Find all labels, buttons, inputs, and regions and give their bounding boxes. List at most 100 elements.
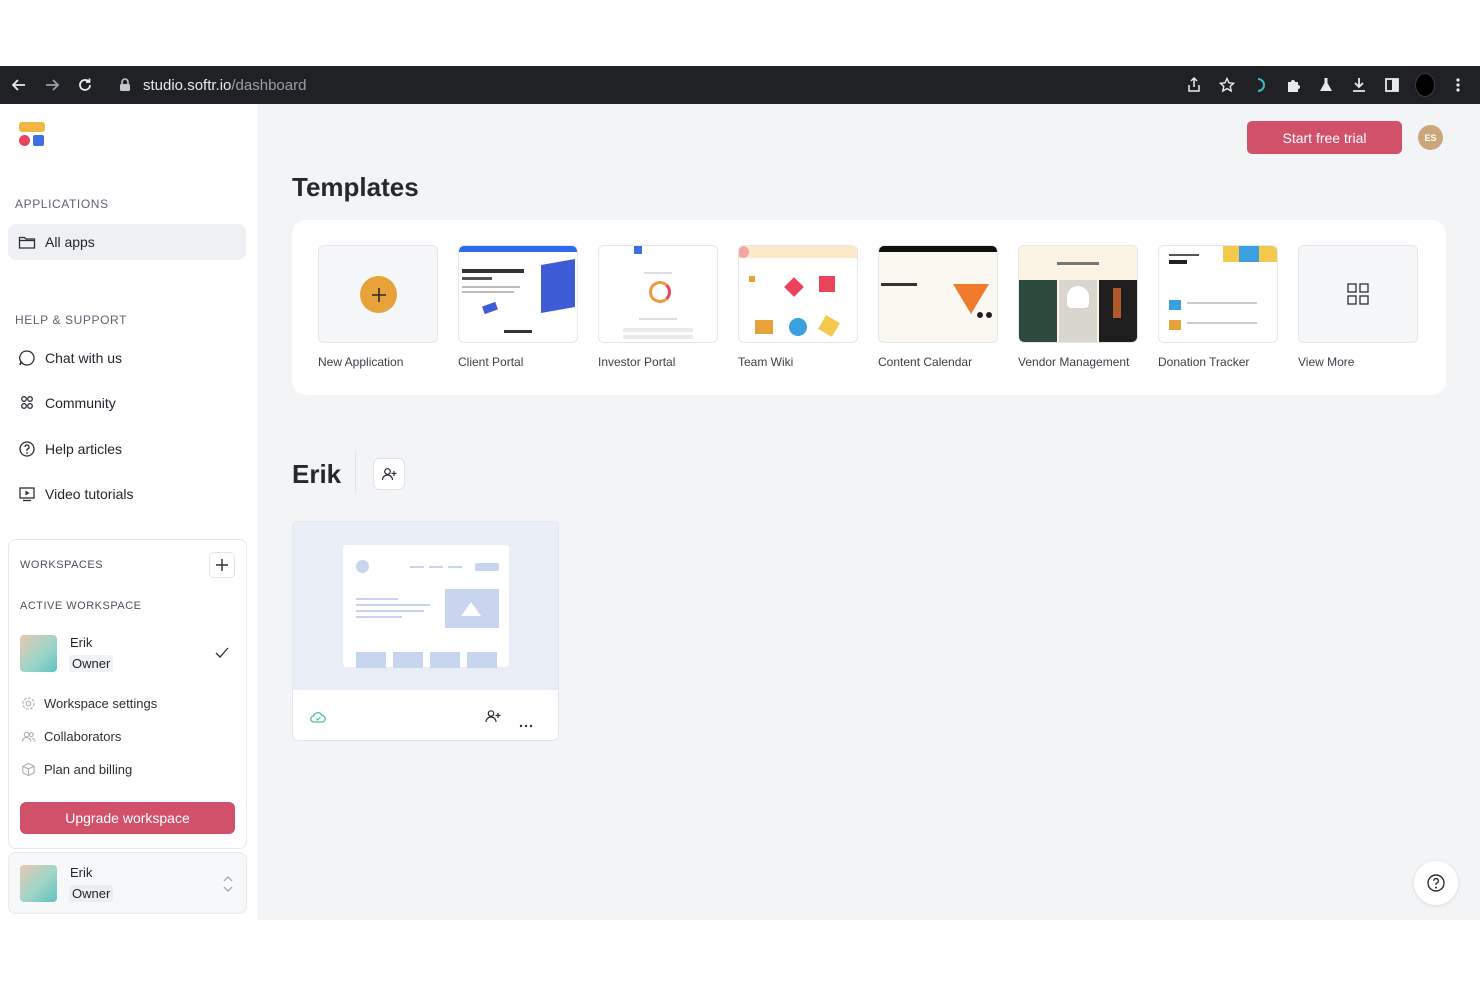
sidebar-item-all-apps[interactable]: All apps [8,224,246,260]
template-client-portal[interactable]: Client Portal [458,245,578,369]
url-host: studio.softr.io [143,76,232,94]
back-arrow-icon[interactable] [9,75,29,95]
invite-collaborator-button[interactable] [373,458,405,490]
box-icon [20,761,36,777]
add-user-icon [381,468,397,481]
template-thumbnail [1158,245,1278,343]
workspace-link-label: Plan and billing [44,761,133,777]
template-vendor-management[interactable]: Vendor Management [1018,245,1138,369]
download-icon[interactable] [1349,75,1369,95]
app-card[interactable] [292,521,559,741]
gear-icon [20,695,36,711]
sidebar-item-help-articles[interactable]: Help articles [8,431,246,467]
template-new-application[interactable]: New Application [318,245,438,369]
sidebar-item-label: Video tutorials [45,486,134,502]
sidebar-item-chat[interactable]: Chat with us [8,340,246,376]
add-user-icon[interactable] [485,709,501,728]
side-panel-icon[interactable] [1382,75,1402,95]
template-thumbnail [1298,245,1418,343]
template-thumbnail [738,245,858,343]
user-avatar[interactable]: ES [1418,125,1443,150]
workspace-link-label: Collaborators [44,728,122,744]
workspace-panel: WORKSPACES ACTIVE WORKSPACE Erik Owner W… [8,539,247,849]
template-label: Donation Tracker [1158,355,1250,369]
plan-billing-link[interactable]: Plan and billing [20,758,132,780]
templates-heading: Templates [292,172,419,202]
template-label: Vendor Management [1018,355,1130,369]
workspace-avatar [20,865,57,902]
templates-panel: New Application Client Portal Investor P… [292,220,1446,395]
address-bar[interactable]: studio.softr.io/dashboard [107,71,1237,99]
sidebar-item-label: All apps [45,234,95,250]
sidebar-item-label: Chat with us [45,350,123,366]
template-team-wiki[interactable]: Team Wiki [738,245,858,369]
upgrade-workspace-button[interactable]: Upgrade workspace [20,802,235,834]
active-workspace-title: ACTIVE WORKSPACE [20,600,142,612]
applications-section-title: APPLICATIONS [15,197,109,211]
help-button[interactable] [1414,861,1458,905]
template-thumbnail [598,245,718,343]
sidebar-item-label: Help articles [45,441,123,457]
help-support-section-title: HELP & SUPPORT [15,313,127,327]
main-content: Start free trial ES Templates New Applic… [259,104,1480,920]
users-icon [20,728,36,744]
lock-icon [117,77,133,93]
cloud-sync-icon [310,710,326,728]
forward-arrow-icon[interactable] [42,75,62,95]
softr-logo[interactable] [19,122,45,146]
more-options-icon[interactable] [519,715,533,733]
question-icon [1427,874,1445,892]
star-icon[interactable] [1217,75,1237,95]
template-donation-tracker[interactable]: Donation Tracker [1158,245,1278,369]
divider [355,452,356,492]
sidebar-item-community[interactable]: Community [8,385,246,421]
extension-moon-icon[interactable] [1250,75,1270,95]
workspace-avatar [20,635,57,672]
kebab-menu-icon[interactable] [1448,75,1468,95]
sidebar-item-video-tutorials[interactable]: Video tutorials [8,476,246,512]
template-label: Client Portal [458,355,524,369]
start-free-trial-button[interactable]: Start free trial [1247,121,1402,154]
workspace-link-label: Workspace settings [44,695,158,711]
folder-icon [17,232,37,252]
plus-icon [216,559,228,571]
chevron-up-down-icon [222,873,234,900]
share-icon[interactable] [1184,75,1204,95]
chat-icon [17,348,37,368]
workspace-role-badge: Owner [69,885,114,902]
workspace-role-badge: Owner [69,655,114,672]
workspace-switcher[interactable]: Erik Owner [8,852,247,914]
video-icon [17,484,37,504]
puzzle-icon[interactable] [1283,75,1303,95]
template-content-calendar[interactable]: Content Calendar [878,245,998,369]
template-investor-portal[interactable]: Investor Portal [598,245,718,369]
template-thumbnail [1018,245,1138,343]
template-label: View More [1298,355,1355,369]
community-icon [17,393,37,413]
workspace-name: Erik [70,635,93,650]
template-thumbnail [318,245,438,343]
reload-icon[interactable] [75,75,95,95]
url-path: /dashboard [231,76,307,94]
template-label: Content Calendar [878,355,973,369]
grid-icon [1347,283,1369,305]
template-thumbnail [878,245,998,343]
profile-avatar-icon[interactable] [1415,73,1435,97]
plus-circle-icon [360,276,397,313]
workspace-settings-link[interactable]: Workspace settings [20,692,157,714]
workspace-heading: Erik [292,459,342,489]
workspaces-title: WORKSPACES [20,559,104,571]
template-label: Investor Portal [598,355,676,369]
template-label: New Application [318,355,404,369]
collaborators-link[interactable]: Collaborators [20,725,121,747]
template-thumbnail [458,245,578,343]
flask-icon[interactable] [1316,75,1336,95]
browser-toolbar: studio.softr.io/dashboard [0,66,1480,104]
template-view-more[interactable]: View More [1298,245,1418,369]
question-icon [17,439,37,459]
template-label: Team Wiki [738,355,794,369]
sidebar-item-label: Community [45,395,116,411]
sidebar: APPLICATIONS All apps HELP & SUPPORT Cha… [0,104,259,920]
app-preview [293,522,558,690]
add-workspace-button[interactable] [209,552,235,578]
